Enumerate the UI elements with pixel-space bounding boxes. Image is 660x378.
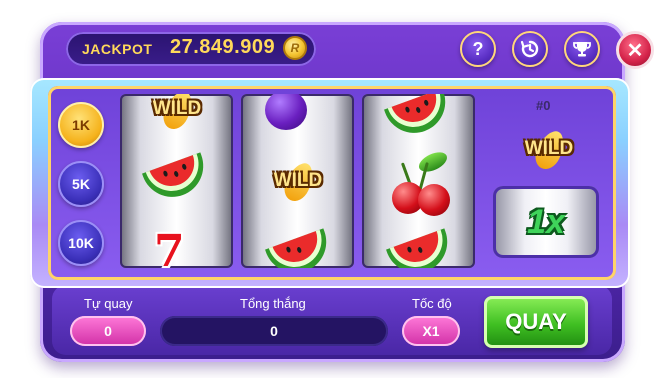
total-win-label: Tổng thắng xyxy=(240,296,306,311)
bet-10k-button[interactable]: 10K xyxy=(58,220,104,266)
multiplier-value: 1x xyxy=(527,202,565,241)
wild-label: WILD xyxy=(524,138,574,159)
history-icon xyxy=(520,40,539,58)
wild-symbol: WILD xyxy=(263,158,333,206)
reel-3 xyxy=(362,94,475,268)
auto-spin-button[interactable]: 0 xyxy=(70,316,146,346)
watermelon-symbol xyxy=(386,228,456,268)
auto-spin-label: Tự quay xyxy=(84,296,133,311)
wild-symbol: WILD xyxy=(142,94,212,134)
spin-button[interactable]: QUAY xyxy=(484,296,588,348)
bet-1k-button[interactable]: 1K xyxy=(58,102,104,148)
multiplier-box: 1x xyxy=(493,186,599,258)
cherries-symbol xyxy=(384,148,454,216)
wild-label: WILD xyxy=(273,170,323,191)
close-icon: ✕ xyxy=(626,39,644,62)
bet-5k-button[interactable]: 5K xyxy=(58,161,104,207)
question-icon: ? xyxy=(472,38,484,59)
speed-button[interactable]: X1 xyxy=(402,316,460,346)
speed-label: Tốc độ xyxy=(412,296,452,311)
watermelon-symbol xyxy=(265,228,335,268)
watermelon-symbol xyxy=(142,152,212,206)
jackpot-value: 27.849.909 xyxy=(170,36,276,58)
bonus-wild-symbol: WILD xyxy=(514,126,584,174)
close-button[interactable]: ✕ xyxy=(616,31,654,69)
leaderboard-button[interactable] xyxy=(564,31,600,67)
jackpot-label: JACKPOT xyxy=(82,41,153,57)
plum-symbol xyxy=(265,94,307,130)
help-button[interactable]: ? xyxy=(460,31,496,67)
trophy-icon xyxy=(573,42,591,57)
watermelon-symbol xyxy=(384,94,454,142)
wild-label: WILD xyxy=(152,98,202,119)
seven-symbol: 7 xyxy=(154,226,185,268)
reel-1: WILD 7 xyxy=(120,94,233,268)
total-win-display: 0 xyxy=(160,316,388,346)
coin-icon: R xyxy=(283,36,307,60)
bonus-counter: #0 xyxy=(536,98,551,113)
history-button[interactable] xyxy=(512,31,548,67)
reel-2: WILD xyxy=(241,94,354,268)
